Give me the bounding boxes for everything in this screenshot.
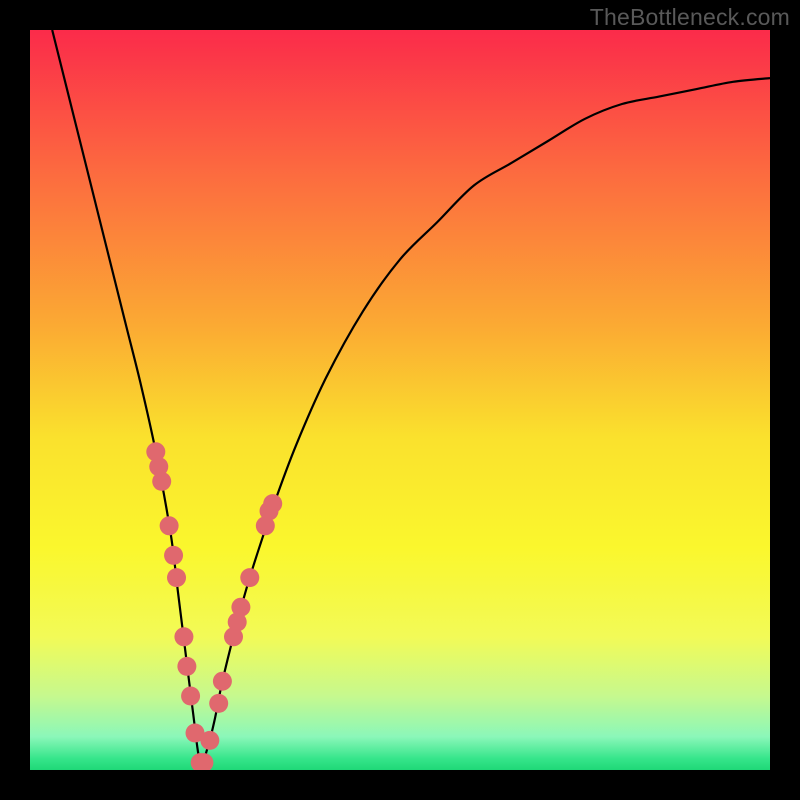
watermark-text: TheBottleneck.com (590, 4, 790, 31)
curve-marker (167, 568, 186, 587)
curve-marker (177, 657, 196, 676)
curve-marker (263, 494, 282, 513)
curve-marker (231, 598, 250, 617)
curve-marker (174, 627, 193, 646)
curve-marker (200, 731, 219, 750)
curve-marker (160, 516, 179, 535)
curve-marker (164, 546, 183, 565)
curve-marker (240, 568, 259, 587)
curve-marker (213, 672, 232, 691)
curve-marker (152, 472, 171, 491)
chart-svg (30, 30, 770, 770)
gradient-background (30, 30, 770, 770)
chart-frame: TheBottleneck.com (0, 0, 800, 800)
curve-marker (209, 694, 228, 713)
curve-marker (181, 687, 200, 706)
plot-area (30, 30, 770, 770)
